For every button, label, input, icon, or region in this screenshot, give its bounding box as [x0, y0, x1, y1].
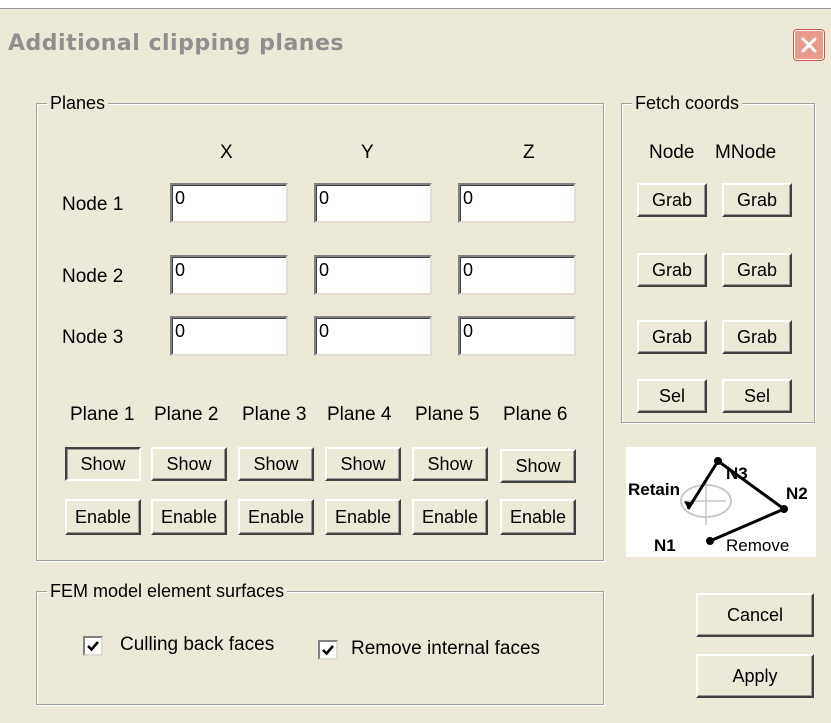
plane6-label: Plane 6 — [503, 404, 568, 425]
plane3-enable-button[interactable]: Enable — [238, 499, 314, 535]
plane1-show-button[interactable]: Show — [65, 447, 141, 481]
plane4-enable-button[interactable]: Enable — [325, 499, 401, 535]
plane1-label: Plane 1 — [70, 404, 135, 425]
plane5-label: Plane 5 — [415, 404, 480, 425]
node3-y-field[interactable]: 0 — [314, 316, 432, 356]
mnode-column-header: MNode — [715, 142, 777, 163]
plane1-enable-button[interactable]: Enable — [65, 499, 141, 535]
diagram-label-n2: N2 — [786, 484, 808, 503]
sel-mnode-button[interactable]: Sel — [722, 379, 792, 413]
grab-mnode1-button[interactable]: Grab — [722, 183, 792, 217]
node2-label: Node 2 — [62, 266, 124, 287]
plane5-show-button[interactable]: Show — [412, 447, 488, 481]
node-column-header: Node — [649, 142, 695, 163]
node3-x-field[interactable]: 0 — [170, 316, 288, 356]
plane2-label: Plane 2 — [154, 404, 219, 425]
remove-internal-faces-checkbox[interactable] — [318, 640, 338, 660]
diagram-label-retain: Retain — [628, 480, 680, 499]
checkmark-icon — [87, 641, 99, 652]
title-bar: Additional clipping planes — [0, 9, 831, 77]
plane4-show-button[interactable]: Show — [325, 447, 401, 481]
node1-y-field[interactable]: 0 — [314, 183, 432, 223]
node3-label: Node 3 — [62, 327, 124, 348]
node1-label: Node 1 — [62, 194, 124, 215]
node1-x-field[interactable]: 0 — [170, 183, 288, 223]
diagram-label-n1: N1 — [654, 536, 676, 555]
grab-node2-button[interactable]: Grab — [637, 253, 707, 287]
planes-legend: Planes — [47, 93, 109, 114]
plane6-show-button[interactable]: Show — [500, 449, 576, 483]
column-header-z: Z — [523, 142, 535, 163]
culling-back-faces-label: Culling back faces — [120, 634, 275, 655]
window-title: Additional clipping planes — [8, 31, 344, 56]
node2-x-field[interactable]: 0 — [170, 255, 288, 295]
plane3-show-button[interactable]: Show — [238, 447, 314, 481]
plane5-enable-button[interactable]: Enable — [412, 499, 488, 535]
plane-diagram-illustration: Retain N3 N2 N1 Remove — [628, 457, 808, 555]
culling-back-faces-checkbox[interactable] — [83, 636, 103, 656]
fetch-coords-legend: Fetch coords — [632, 93, 743, 114]
node2-y-field[interactable]: 0 — [314, 255, 432, 295]
plane2-show-button[interactable]: Show — [151, 447, 227, 481]
clipping-plane-diagram: Retain N3 N2 N1 Remove — [626, 447, 816, 557]
cancel-button[interactable]: Cancel — [696, 593, 814, 637]
grab-mnode2-button[interactable]: Grab — [722, 253, 792, 287]
plane2-enable-button[interactable]: Enable — [151, 499, 227, 535]
dialog-window: Additional clipping planes Planes X Y Z … — [0, 8, 831, 723]
grab-node3-button[interactable]: Grab — [637, 320, 707, 354]
plane4-label: Plane 4 — [327, 404, 392, 425]
fetch-coords-group: Fetch coords Node MNode Grab Grab Grab G… — [621, 93, 815, 423]
remove-internal-faces-label: Remove internal faces — [351, 638, 541, 659]
node1-z-field[interactable]: 0 — [458, 183, 576, 223]
apply-button[interactable]: Apply — [696, 654, 814, 698]
close-icon — [801, 37, 817, 53]
grab-node1-button[interactable]: Grab — [637, 183, 707, 217]
plane3-label: Plane 3 — [242, 404, 307, 425]
checkmark-icon — [322, 645, 334, 656]
column-header-y: Y — [361, 142, 374, 163]
grab-mnode3-button[interactable]: Grab — [722, 320, 792, 354]
diagram-label-remove: Remove — [726, 536, 789, 555]
fem-surfaces-group: FEM model element surfaces Culling back … — [36, 581, 604, 705]
node3-z-field[interactable]: 0 — [458, 316, 576, 356]
planes-group: Planes X Y Z Node 1 0 0 0 Node 2 0 0 0 N… — [36, 93, 604, 561]
sel-node-button[interactable]: Sel — [637, 379, 707, 413]
close-button[interactable] — [794, 30, 824, 60]
diagram-label-n3: N3 — [726, 464, 748, 483]
column-header-x: X — [220, 142, 233, 163]
node2-z-field[interactable]: 0 — [458, 255, 576, 295]
plane6-enable-button[interactable]: Enable — [500, 499, 576, 535]
fem-surfaces-legend: FEM model element surfaces — [47, 581, 288, 602]
